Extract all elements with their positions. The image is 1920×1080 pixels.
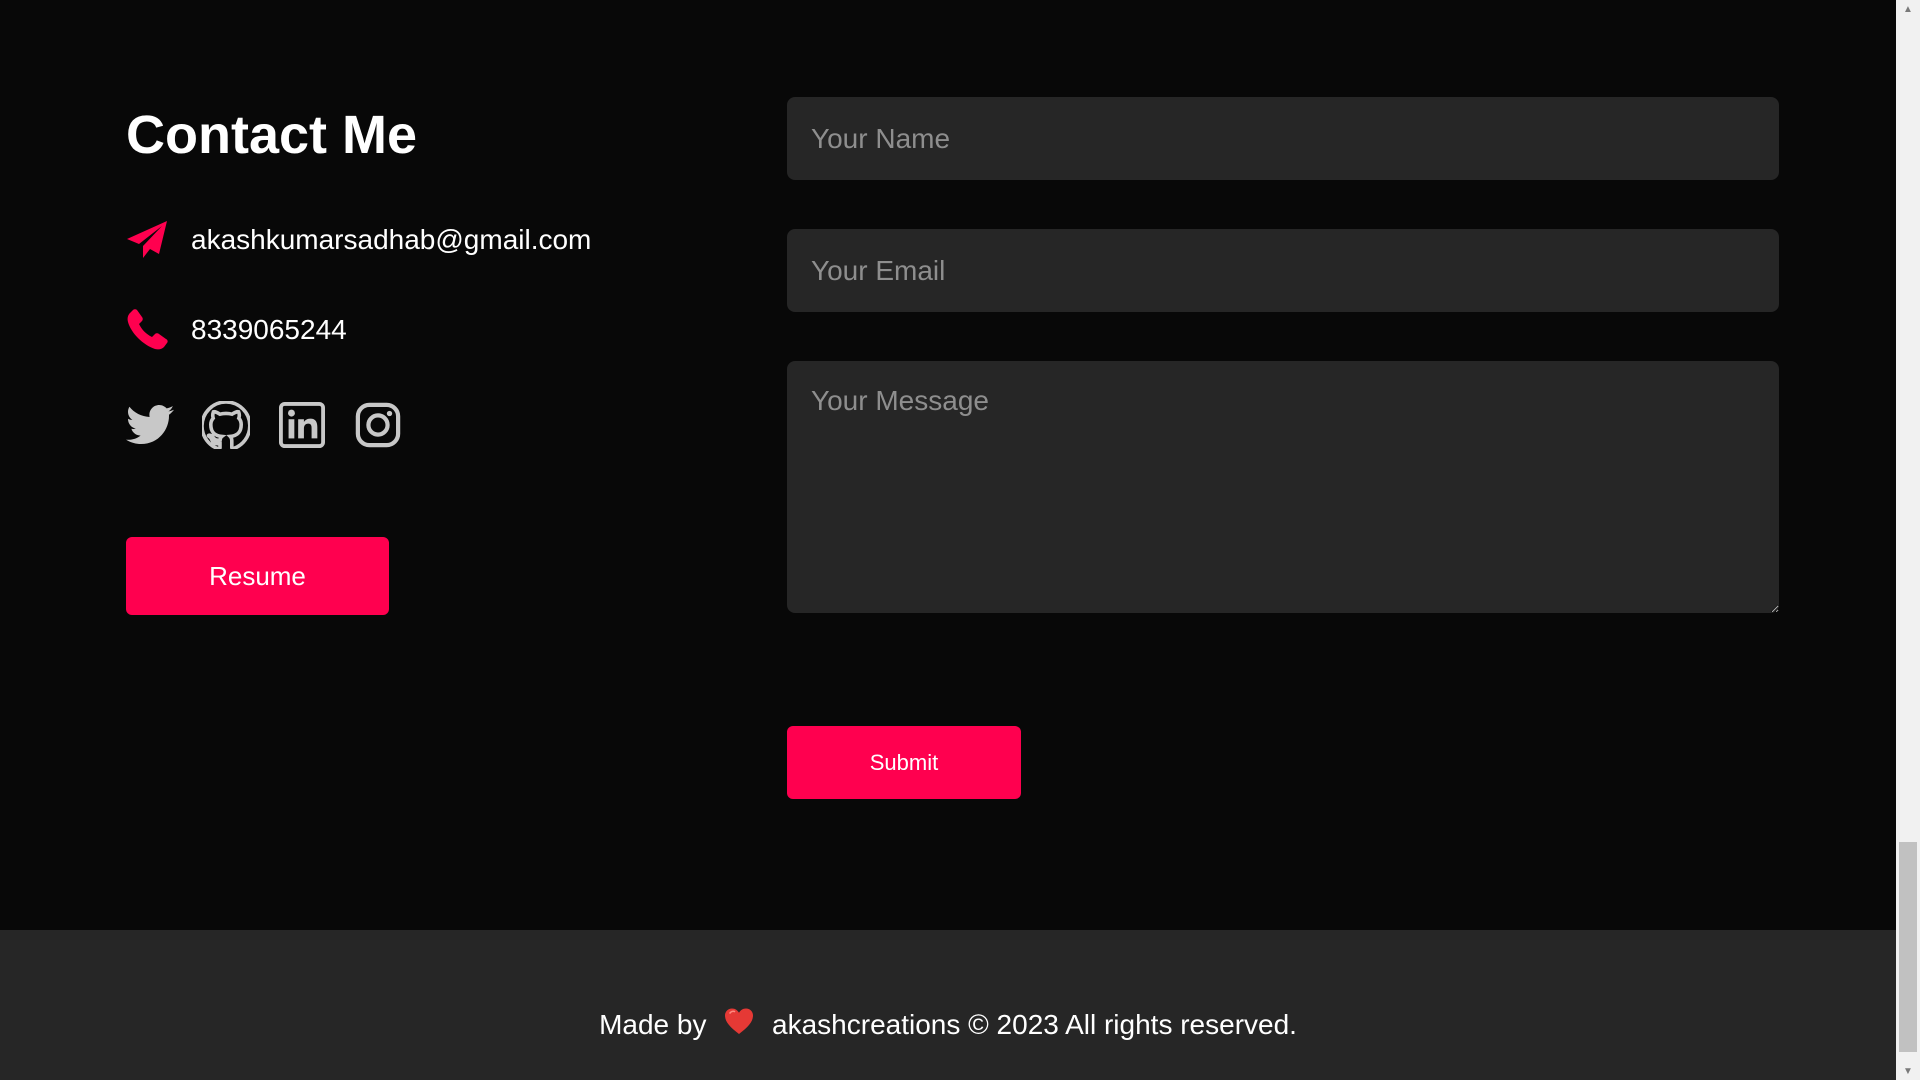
phone-icon (126, 309, 168, 351)
scroll-down-arrow-icon[interactable]: ▼ (1896, 1062, 1920, 1080)
message-textarea[interactable] (787, 361, 1779, 613)
contact-email[interactable]: akashkumarsadhab@gmail.com (191, 223, 591, 257)
contact-phone-row: 8339065244 (126, 304, 347, 356)
scroll-up-arrow-icon[interactable]: ▲ (1896, 0, 1920, 18)
resume-button[interactable]: Resume (126, 537, 389, 615)
heart-icon (724, 1007, 754, 1043)
footer-text: Made by akashcreations © 2023 All rights… (0, 1008, 1896, 1045)
twitter-icon[interactable] (126, 401, 174, 449)
name-input[interactable] (787, 97, 1779, 180)
submit-button[interactable]: Submit (787, 726, 1021, 799)
contact-section: Contact Me akashkumarsadhab@gmail.com 83… (0, 0, 1896, 1080)
linkedin-icon[interactable] (278, 401, 326, 449)
scrollbar-thumb[interactable] (1899, 842, 1917, 1052)
social-links (126, 400, 430, 450)
footer-made-by: Made by (599, 1009, 707, 1040)
contact-phone: 8339065244 (191, 314, 347, 345)
email-input[interactable] (787, 229, 1779, 312)
contact-email-row: akashkumarsadhab@gmail.com (126, 214, 591, 266)
contact-title: Contact Me (126, 105, 418, 165)
footer-copyright: akashcreations © 2023 All rights reserve… (772, 1009, 1297, 1040)
instagram-icon[interactable] (354, 401, 402, 449)
vertical-scrollbar[interactable]: ▲ ▼ (1896, 0, 1920, 1080)
footer (0, 930, 1896, 1080)
paper-plane-icon (126, 219, 168, 261)
github-icon[interactable] (202, 401, 250, 449)
